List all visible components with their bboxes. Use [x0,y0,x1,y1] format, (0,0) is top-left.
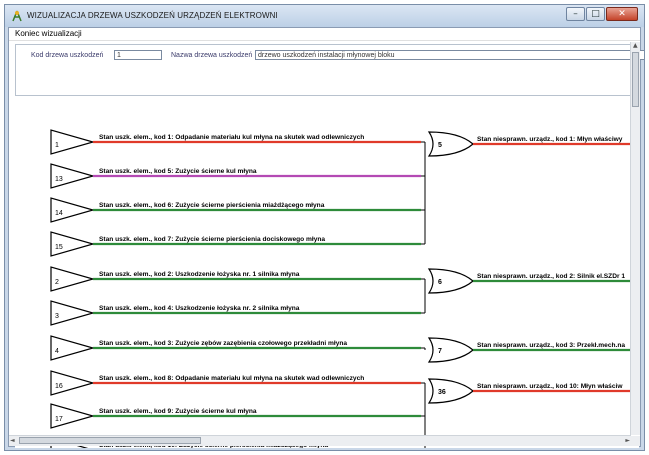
leaf-number: 14 [55,210,63,217]
maximize-button[interactable]: □ [586,7,605,21]
close-icon: ✕ [618,9,626,19]
nazwa-label: Nazwa drzewa uszkodzeń [171,52,253,59]
window-title: WIZUALIZACJA DRZEWA USZKODZEŃ URZĄDZEŃ E… [27,11,278,20]
main-window: WIZUALIZACJA DRZEWA USZKODZEŃ URZĄDZEŃ E… [4,4,645,451]
minimize-icon: – [573,9,578,19]
tree-info-panel: Kod drzewa uszkodzeń 1 Nazwa drzewa uszk… [15,44,644,96]
menu-bar: Koniec wizualizacji [9,28,640,41]
gate-label: Stan niesprawn. urządz., kod 1: Młyn wła… [477,136,623,143]
leaf-number: 1 [55,142,59,149]
scroll-right-icon[interactable]: ► [625,437,630,445]
app-icon [12,10,22,22]
leaf-node: 1 Stan uszk. elem., kod 1: Odpadanie mate… [50,129,421,155]
gate-label: Stan niesprawn. urządz., kod 10: Młyn wł… [477,383,623,390]
leaf-number: 13 [55,176,63,183]
leaf-number: 4 [55,348,59,355]
leaf-node: 3 Stan uszk. elem., kod 4: Uszkodzenie ło… [50,300,421,326]
or-gate-shape [427,268,474,294]
leaf-number: 3 [55,313,59,320]
leaf-number: 15 [55,244,63,251]
or-gate-shape [427,337,474,363]
scroll-left-icon[interactable]: ◄ [10,437,15,445]
leaf-number: 2 [55,279,59,286]
fault-tree-canvas: 1 Stan uszk. elem., kod 1: Odpadanie mate… [15,98,639,448]
leaf-label: Stan uszk. elem., kod 9: Zużycie ścierne… [99,408,257,415]
leaf-label: Stan uszk. elem., kod 6: Zużycie ścierne… [99,202,325,209]
close-button[interactable]: ✕ [606,7,638,21]
title-bar[interactable]: WIZUALIZACJA DRZEWA USZKODZEŃ URZĄDZEŃ E… [5,5,644,27]
client-area: Koniec wizualizacji Kod drzewa uszkodzeń… [8,27,644,448]
leaf-label: Stan uszk. elem., kod 3: Zużycie zębów z… [99,340,347,347]
maximize-icon: □ [591,9,600,19]
menu-koniec-wizualizacji[interactable]: Koniec wizualizacji [15,29,82,38]
vertical-scroll-thumb[interactable] [632,52,639,107]
gate-node: 5 Stan niesprawn. urządz., kod 1: Młyn wł… [421,131,639,245]
leaf-node: 2 Stan uszk. elem., kod 2: Uszkodzenie ło… [50,266,421,292]
horizontal-scroll-thumb[interactable] [19,437,201,444]
kod-field[interactable]: 1 [114,50,162,60]
gate-number: 36 [438,389,446,396]
leaf-number: 17 [55,416,63,423]
leaf-label: Stan uszk. elem., kod 7: Zużycie ścierne… [99,236,325,243]
leaf-node: 13 Stan uszk. elem., kod 5: Zużycie ścier… [50,163,421,189]
gate-node: 7 Stan niesprawn. urządz., kod 3: Przekł.… [421,337,639,363]
gate-number: 5 [438,142,442,149]
scroll-up-icon[interactable]: ▲ [633,42,638,50]
fault-tree-diagram: 1 Stan uszk. elem., kod 1: Odpadanie mate… [50,129,639,448]
gate-label: Stan niesprawn. urządz., kod 2: Silnik e… [477,273,625,280]
gate-node: 6 Stan niesprawn. urządz., kod 2: Silnik … [421,268,639,314]
leaf-label: Stan uszk. elem., kod 4: Uszkodzenie łoż… [99,305,300,312]
gate-number: 6 [438,279,442,286]
gate-label: Stan niesprawn. urządz., kod 3: Przekł.m… [477,342,625,349]
leaf-node: 4 Stan uszk. elem., kod 3: Zużycie zębów … [50,335,421,361]
leaf-number: 16 [55,383,63,390]
kod-label: Kod drzewa uszkodzeń [31,52,104,59]
leaf-label: Stan uszk. elem., kod 8: Odpadanie mater… [99,375,364,382]
or-gate-shape [427,378,474,404]
leaf-node: 15 Stan uszk. elem., kod 7: Zużycie ścier… [50,231,421,257]
leaf-node: 16 Stan uszk. elem., kod 8: Odpadanie mat… [50,370,421,396]
vertical-scrollbar[interactable]: ▲ [630,42,640,435]
nazwa-field[interactable]: drzewo uszkodzeń instalacji młynowej blo… [255,50,644,60]
leaf-node: 17 Stan uszk. elem., kod 9: Zużycie ścier… [50,403,421,429]
gate-number: 7 [438,348,442,355]
leaf-label: Stan uszk. elem., kod 5: Zużycie ścierne… [99,168,257,175]
horizontal-scrollbar[interactable]: ◄ ► [9,435,631,446]
window-controls: – □ ✕ [565,7,638,23]
or-gate-shape [427,131,474,157]
leaf-label: Stan uszk. elem., kod 1: Odpadanie mater… [99,134,364,141]
minimize-button[interactable]: – [566,7,585,21]
leaf-node: 14 Stan uszk. elem., kod 6: Zużycie ścier… [50,197,421,223]
size-grip [631,436,640,446]
leaf-label: Stan uszk. elem., kod 2: Uszkodzenie łoż… [99,271,300,278]
